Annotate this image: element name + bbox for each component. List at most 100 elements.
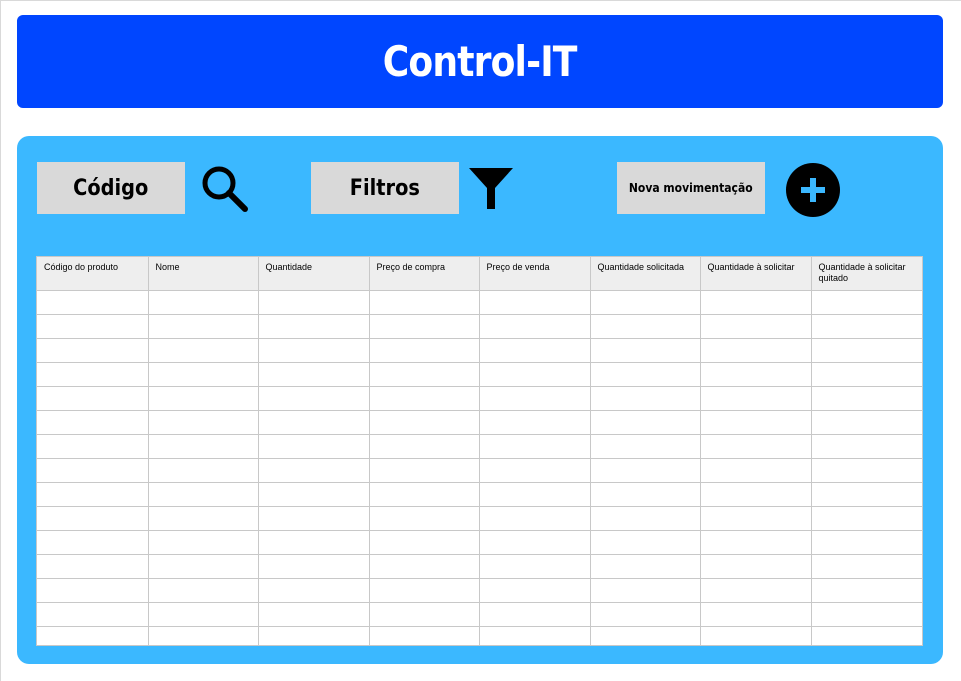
table-row[interactable] [37, 482, 922, 507]
table-row[interactable] [37, 338, 922, 363]
table-cell[interactable] [258, 314, 370, 339]
table-cell[interactable] [590, 410, 701, 435]
table-cell[interactable] [479, 314, 591, 339]
table-cell[interactable] [811, 410, 922, 435]
table-cell[interactable] [700, 314, 812, 339]
table-cell[interactable] [811, 578, 922, 603]
table-cell[interactable] [37, 410, 149, 435]
table-cell[interactable] [590, 314, 701, 339]
table-cell[interactable] [479, 434, 591, 459]
column-header[interactable]: Código do produto [37, 257, 149, 291]
table-cell[interactable] [258, 362, 370, 387]
table-cell[interactable] [258, 338, 370, 363]
table-cell[interactable] [700, 410, 812, 435]
table-cell[interactable] [148, 290, 259, 315]
table-row[interactable] [37, 554, 922, 579]
table-cell[interactable] [258, 482, 370, 507]
table-row[interactable] [37, 506, 922, 531]
table-cell[interactable] [37, 386, 149, 411]
table-cell[interactable] [258, 386, 370, 411]
table-cell[interactable] [369, 554, 480, 579]
column-header[interactable]: Quantidade à solicitar quitado [811, 257, 922, 291]
column-header[interactable]: Preço de venda [479, 257, 591, 291]
table-cell[interactable] [369, 482, 480, 507]
table-cell[interactable] [369, 386, 480, 411]
table-cell[interactable] [590, 482, 701, 507]
table-cell[interactable] [37, 602, 149, 627]
table-cell[interactable] [479, 410, 591, 435]
table-cell[interactable] [37, 290, 149, 315]
table-cell[interactable] [148, 458, 259, 483]
table-cell[interactable] [148, 482, 259, 507]
table-cell[interactable] [258, 434, 370, 459]
table-cell[interactable] [369, 410, 480, 435]
table-cell[interactable] [590, 362, 701, 387]
table-cell[interactable] [479, 626, 591, 645]
table-cell[interactable] [369, 458, 480, 483]
table-row[interactable] [37, 386, 922, 411]
search-icon[interactable] [199, 164, 251, 214]
table-cell[interactable] [590, 386, 701, 411]
column-header[interactable]: Nome [148, 257, 259, 291]
table-cell[interactable] [37, 338, 149, 363]
table-cell[interactable] [369, 290, 480, 315]
table-cell[interactable] [369, 530, 480, 555]
table-row[interactable] [37, 602, 922, 627]
table-cell[interactable] [148, 434, 259, 459]
table-row[interactable] [37, 434, 922, 459]
table-cell[interactable] [37, 530, 149, 555]
table-cell[interactable] [479, 506, 591, 531]
filter-icon[interactable] [467, 166, 515, 212]
table-cell[interactable] [700, 362, 812, 387]
table-cell[interactable] [811, 362, 922, 387]
table-cell[interactable] [811, 434, 922, 459]
table-cell[interactable] [369, 626, 480, 645]
table-cell[interactable] [258, 410, 370, 435]
table-cell[interactable] [148, 578, 259, 603]
table-cell[interactable] [479, 602, 591, 627]
table-cell[interactable] [258, 602, 370, 627]
table-cell[interactable] [700, 338, 812, 363]
table-cell[interactable] [590, 434, 701, 459]
table-cell[interactable] [479, 362, 591, 387]
table-cell[interactable] [148, 554, 259, 579]
table-row[interactable] [37, 458, 922, 483]
table-cell[interactable] [369, 314, 480, 339]
table-cell[interactable] [479, 338, 591, 363]
table-cell[interactable] [811, 506, 922, 531]
codigo-search-button[interactable]: Código [37, 162, 185, 214]
table-cell[interactable] [811, 602, 922, 627]
table-cell[interactable] [258, 458, 370, 483]
table-cell[interactable] [37, 506, 149, 531]
table-cell[interactable] [369, 338, 480, 363]
table-cell[interactable] [700, 290, 812, 315]
table-cell[interactable] [811, 554, 922, 579]
table-cell[interactable] [148, 362, 259, 387]
table-cell[interactable] [258, 626, 370, 645]
table-cell[interactable] [590, 530, 701, 555]
column-header[interactable]: Quantidade solicitada [590, 257, 701, 291]
table-cell[interactable] [369, 362, 480, 387]
table-cell[interactable] [479, 482, 591, 507]
table-cell[interactable] [258, 578, 370, 603]
table-cell[interactable] [37, 434, 149, 459]
table-cell[interactable] [811, 314, 922, 339]
table-cell[interactable] [148, 338, 259, 363]
table-cell[interactable] [590, 626, 701, 645]
table-cell[interactable] [590, 458, 701, 483]
table-cell[interactable] [148, 602, 259, 627]
table-cell[interactable] [37, 554, 149, 579]
table-cell[interactable] [479, 554, 591, 579]
table-cell[interactable] [590, 290, 701, 315]
column-header[interactable]: Quantidade [258, 257, 370, 291]
table-row[interactable] [37, 530, 922, 555]
table-cell[interactable] [148, 626, 259, 645]
table-cell[interactable] [811, 290, 922, 315]
table-cell[interactable] [37, 626, 149, 645]
table-cell[interactable] [811, 458, 922, 483]
table-cell[interactable] [700, 530, 812, 555]
table-cell[interactable] [369, 434, 480, 459]
table-cell[interactable] [700, 602, 812, 627]
table-cell[interactable] [590, 506, 701, 531]
nova-movimentacao-button[interactable]: Nova movimentação [617, 162, 765, 214]
